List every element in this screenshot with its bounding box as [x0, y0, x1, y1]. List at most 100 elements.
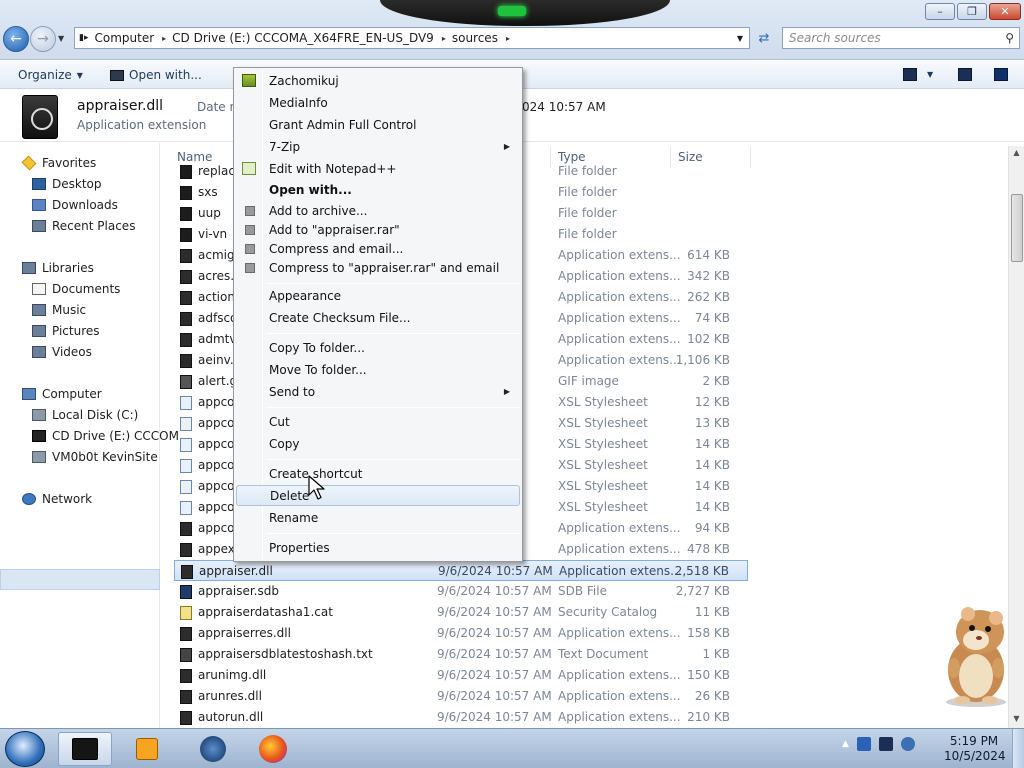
file-row[interactable]: arunimg.dll 9/6/2024 10:57 AM Application … — [174, 665, 748, 686]
help-icon[interactable] — [994, 68, 1008, 81]
menu-item-compress-email[interactable]: Compress and email... — [236, 238, 520, 259]
menu-item-create-shortcut[interactable]: Create shortcut — [236, 463, 520, 484]
change-view-icon[interactable] — [903, 68, 917, 81]
nav-libraries[interactable]: Libraries — [22, 261, 94, 275]
file-size: 2,518 KB — [674, 564, 729, 578]
address-root-icon[interactable]: ▮▸ — [79, 33, 88, 43]
column-type[interactable]: Type — [558, 150, 586, 164]
scroll-up-icon[interactable]: ▲ — [1010, 148, 1023, 160]
nav-music[interactable]: Music — [32, 303, 86, 317]
nav-videos[interactable]: Videos — [32, 345, 92, 359]
recent-pages-dropdown-icon[interactable]: ▼ — [58, 34, 64, 43]
menu-item-move-to-folder[interactable]: Move To folder... — [236, 359, 520, 380]
scroll-thumb[interactable] — [1011, 194, 1023, 262]
taskbar-app[interactable] — [186, 732, 240, 766]
breadcrumb-sources[interactable]: sources — [452, 31, 498, 45]
globe-icon — [200, 736, 226, 762]
file-row[interactable]: autorun.dll 9/6/2024 10:57 AM Application … — [174, 707, 748, 728]
menu-item-open-with[interactable]: Open with... — [236, 179, 520, 200]
dll-file-icon — [180, 354, 192, 368]
menu-item-edit-notepadpp[interactable]: Edit with Notepad++ — [236, 158, 520, 179]
breadcrumb-cd-drive[interactable]: CD Drive (E:) CCCOMA_X64FRE_EN-US_DV9 — [172, 31, 434, 45]
refresh-button[interactable]: ⇄ — [752, 27, 776, 49]
network-status-icon[interactable] — [878, 737, 893, 751]
menu-item-grant-admin[interactable]: Grant Admin Full Control — [236, 114, 520, 135]
nav-network[interactable]: Network — [22, 492, 92, 506]
back-button[interactable]: ← — [3, 26, 29, 52]
start-button[interactable] — [5, 731, 45, 767]
breadcrumb-arrow-icon[interactable]: ▸ — [442, 34, 446, 43]
menu-item-add-rar[interactable]: Add to "appraiser.rar" — [236, 219, 520, 240]
column-size[interactable]: Size — [678, 150, 703, 164]
file-type: GIF image — [558, 374, 619, 388]
breadcrumb-computer[interactable]: Computer — [94, 31, 154, 45]
folder-icon — [180, 165, 192, 179]
file-size: 14 KB — [694, 500, 730, 514]
file-date: 9/6/2024 10:57 AM — [437, 668, 552, 682]
dll-file-icon — [181, 565, 193, 579]
menu-item-create-checksum[interactable]: Create Checksum File... — [236, 307, 520, 328]
folder-icon — [180, 228, 192, 242]
nav-favorites[interactable]: Favorites — [21, 155, 96, 171]
maximize-button[interactable]: ❐ — [957, 3, 987, 20]
show-hidden-icons-button[interactable]: ▲ — [842, 739, 849, 749]
menu-item-copy-to-folder[interactable]: Copy To folder... — [236, 337, 520, 358]
file-row[interactable]: appraiserdatasha1.cat 9/6/2024 10:57 AM Se… — [174, 602, 748, 623]
show-desktop-button[interactable] — [1012, 729, 1024, 768]
nav-documents[interactable]: Documents — [32, 282, 120, 296]
nav-cd-drive[interactable]: CD Drive (E:) CCCOM — [32, 429, 179, 443]
nav-downloads[interactable]: Downloads — [32, 198, 118, 212]
nav-computer[interactable]: Computer — [22, 387, 102, 401]
address-dropdown-icon[interactable]: ▼ — [737, 34, 743, 43]
nav-recent-places[interactable]: Recent Places — [32, 219, 135, 233]
menu-item-copy[interactable]: Copy — [236, 433, 520, 454]
nav-vm-share[interactable]: VM0b0t KevinSite — [32, 450, 158, 464]
taskbar-firefox[interactable] — [246, 732, 300, 766]
scroll-down-icon[interactable]: ▼ — [1010, 714, 1023, 726]
menu-item-appearance[interactable]: Appearance — [236, 285, 520, 306]
search-input[interactable]: Search sources ⚲ — [782, 27, 1020, 49]
file-row[interactable]: appraiserres.dll 9/6/2024 10:57 AM Applica… — [174, 623, 748, 644]
view-options-chevron-icon[interactable]: ▼ — [927, 70, 933, 79]
close-button[interactable]: ✕ — [989, 3, 1021, 20]
file-size: 1 KB — [702, 647, 730, 661]
open-with-button[interactable]: Open with... — [110, 68, 202, 82]
menu-item-7zip[interactable]: 7-Zip ▶ — [236, 136, 520, 157]
menu-item-send-to[interactable]: Send to ▶ — [236, 381, 520, 402]
file-size: 158 KB — [687, 626, 730, 640]
clock[interactable]: 5:19 PM 10/5/2024 — [944, 734, 1006, 764]
nav-local-disk[interactable]: Local Disk (C:) — [32, 408, 138, 422]
tray-app-icon[interactable] — [856, 737, 871, 751]
taskbar-media-player[interactable] — [120, 732, 174, 766]
file-name: appraiserdatasha1.cat — [198, 605, 333, 619]
nav-desktop[interactable]: Desktop — [32, 177, 102, 191]
file-row[interactable]: appraiser.sdb 9/6/2024 10:57 AM SDB File 2,… — [174, 581, 748, 602]
menu-item-add-archive[interactable]: Add to archive... — [236, 200, 520, 221]
preview-pane-icon[interactable] — [958, 68, 972, 81]
menu-item-properties[interactable]: Properties — [236, 537, 520, 558]
menu-item-zachomikuj[interactable]: Zachomikuj — [236, 70, 520, 91]
file-row[interactable]: arunres.dll 9/6/2024 10:57 AM Application … — [174, 686, 748, 707]
search-icon[interactable]: ⚲ — [1005, 31, 1014, 45]
file-size: 13 KB — [694, 416, 730, 430]
menu-item-mediainfo[interactable]: MediaInfo — [236, 92, 520, 113]
minimize-button[interactable]: – — [925, 3, 955, 20]
menu-separator — [266, 333, 520, 334]
taskbar-explorer[interactable] — [58, 732, 112, 766]
menu-item-rename[interactable]: Rename — [236, 507, 520, 528]
address-bar[interactable]: ▮▸ Computer ▸ CD Drive (E:) CCCOMA_X64FR… — [74, 27, 750, 49]
organize-button[interactable]: Organize ▼ — [18, 68, 83, 82]
chevron-down-icon: ▼ — [76, 70, 83, 80]
column-name[interactable]: Name — [177, 150, 212, 164]
network-drive-icon — [32, 451, 46, 463]
breadcrumb-arrow-icon[interactable]: ▸ — [506, 34, 510, 43]
volume-icon[interactable] — [900, 737, 915, 751]
menu-item-delete[interactable]: Delete — [236, 485, 520, 506]
file-row[interactable]: appraisersdblatestoshash.txt 9/6/2024 10:… — [174, 644, 748, 665]
file-row[interactable]: appraiser.dll 9/6/2024 10:57 AM Applicatio… — [174, 560, 748, 581]
menu-item-cut[interactable]: Cut — [236, 411, 520, 432]
menu-item-compress-rar-email[interactable]: Compress to "appraiser.rar" and email — [236, 257, 520, 278]
breadcrumb-arrow-icon[interactable]: ▸ — [162, 34, 166, 43]
nav-pictures[interactable]: Pictures — [32, 324, 100, 338]
forward-button[interactable]: → — [30, 26, 56, 52]
